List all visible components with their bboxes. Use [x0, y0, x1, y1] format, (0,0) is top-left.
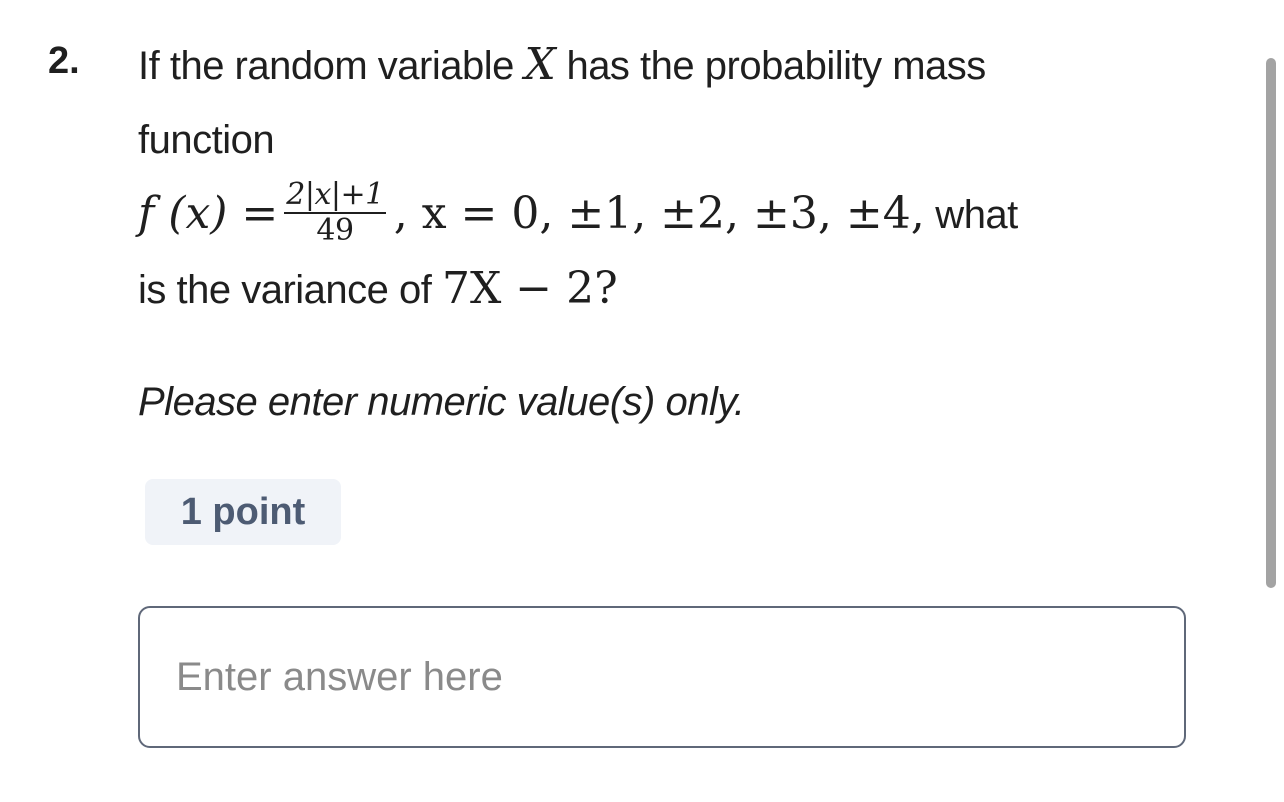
question-text-part: is the variance of: [138, 268, 442, 312]
question-line-2: function: [138, 103, 1168, 177]
question-line-3: f (x) = 2|x|+1 49, x = 0, ±1, ±2, ±3, ±4, …: [138, 177, 1168, 252]
points-badge: 1 point: [145, 479, 341, 545]
variance-expression: 7X − 2?: [442, 263, 618, 314]
question-text-part: what: [924, 193, 1018, 237]
question-text-part: has the probability mass: [555, 44, 986, 88]
question-text-part: function: [138, 118, 275, 162]
answer-instruction: Please enter numeric value(s) only.: [138, 380, 745, 424]
question-line-4: is the variance of 7X − 2?: [138, 252, 1168, 327]
pmf-function-label: f (x) =: [138, 188, 279, 239]
question-line-1: If the random variable X has the probabi…: [138, 28, 1168, 103]
scrollbar-thumb[interactable]: [1266, 58, 1276, 588]
fraction-denominator: 49: [316, 213, 354, 249]
question-text-part: If the random variable: [138, 44, 525, 88]
answer-input[interactable]: [138, 606, 1186, 748]
question-number: 2.: [48, 40, 80, 82]
pmf-domain: , x = 0, ±1, ±2, ±3, ±4,: [393, 188, 925, 239]
fraction-numerator: 2|x|+1: [284, 177, 386, 215]
pmf-fraction: 2|x|+1 49: [284, 177, 386, 249]
question-text: If the random variable X has the probabi…: [138, 28, 1168, 327]
random-variable-symbol: X: [524, 39, 556, 90]
